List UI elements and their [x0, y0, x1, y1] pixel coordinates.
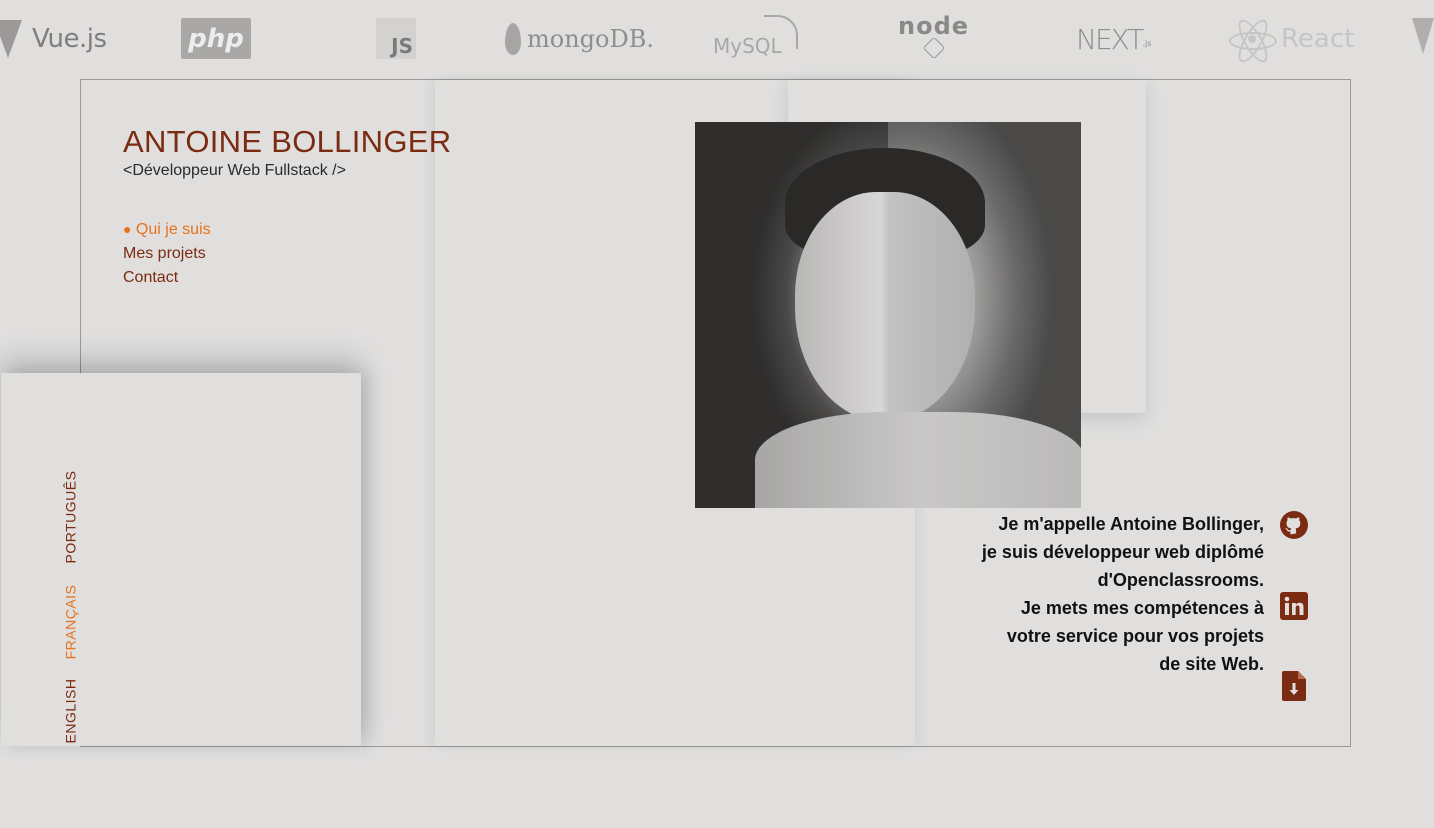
vuejs-logo-text: Vue.js [32, 24, 107, 54]
vue-triangle-icon [0, 20, 22, 58]
mysql-dolphin-icon [763, 15, 798, 49]
bio-text: Je m'appelle Antoine Bollinger, je suis … [981, 510, 1264, 678]
language-label: FRANÇAIS [62, 584, 79, 660]
language-french[interactable]: FRANÇAIS [60, 580, 80, 664]
bio-paragraph-intro: Je m'appelle Antoine Bollinger, je suis … [981, 514, 1264, 590]
node-hexagon-icon [922, 36, 945, 60]
side-panel [1, 373, 361, 746]
vuejs-logo: Vue.js [0, 18, 107, 60]
linkedin-icon [1280, 592, 1308, 620]
nav-item-contact[interactable]: Contact [123, 266, 211, 290]
profile-photo [695, 122, 1081, 508]
react-logo: React [1229, 15, 1355, 67]
vue-triangle-icon [1412, 18, 1434, 54]
mysql-logo: MySQL [713, 15, 798, 58]
language-label: ENGLISH [62, 678, 78, 744]
nav-item-qui-je-suis[interactable]: ● Qui je suis [123, 217, 211, 242]
github-link[interactable] [1279, 510, 1309, 540]
linkedin-link[interactable] [1279, 591, 1309, 621]
next-logo-suffix: .js [1142, 38, 1152, 48]
node-logo-text: node [898, 12, 970, 40]
photo-face [795, 192, 975, 422]
mongodb-logo-text: mongoDB. [527, 25, 654, 53]
javascript-logo: JS [376, 18, 416, 59]
language-english[interactable]: ENGLISH [60, 676, 80, 746]
download-cv-link[interactable] [1279, 671, 1309, 701]
active-bullet-icon: ● [123, 221, 132, 237]
main-card: ANTOINE BOLLINGER <Développeur Web Fulls… [1, 79, 1351, 747]
mongodb-leaf-icon [505, 23, 521, 55]
nodejs-logo: node [898, 12, 970, 60]
php-logo: php [181, 18, 251, 59]
bio-paragraph-services: Je mets mes compétences à votre service … [1006, 598, 1264, 674]
nav-item-label: Qui je suis [135, 221, 211, 238]
react-logo-text: React [1281, 24, 1355, 54]
php-logo-text: php [188, 23, 244, 54]
js-logo-text: JS [391, 34, 413, 58]
next-logo-text: NEXT [1076, 22, 1144, 56]
github-icon [1280, 511, 1308, 539]
react-atom-icon [1229, 15, 1277, 67]
photo-shirt [755, 412, 1081, 508]
page-subtitle: <Développeur Web Fullstack /> [123, 162, 346, 179]
tech-logo-band: Vue.js php JS mongoDB. MySQL node NEXT .… [0, 0, 1434, 78]
language-portuguese[interactable]: PORTUGUÊS [60, 466, 80, 568]
language-label: PORTUGUÊS [62, 470, 78, 564]
mongodb-logo: mongoDB. [505, 18, 654, 60]
nextjs-logo: NEXT .js [1076, 18, 1151, 60]
file-download-icon [1282, 671, 1306, 701]
main-nav: ● Qui je suis Mes projets Contact [123, 217, 211, 290]
page-title: ANTOINE BOLLINGER [123, 124, 452, 159]
nav-item-mes-projets[interactable]: Mes projets [123, 242, 211, 266]
portfolio-page: Vue.js php JS mongoDB. MySQL node NEXT .… [0, 0, 1434, 828]
